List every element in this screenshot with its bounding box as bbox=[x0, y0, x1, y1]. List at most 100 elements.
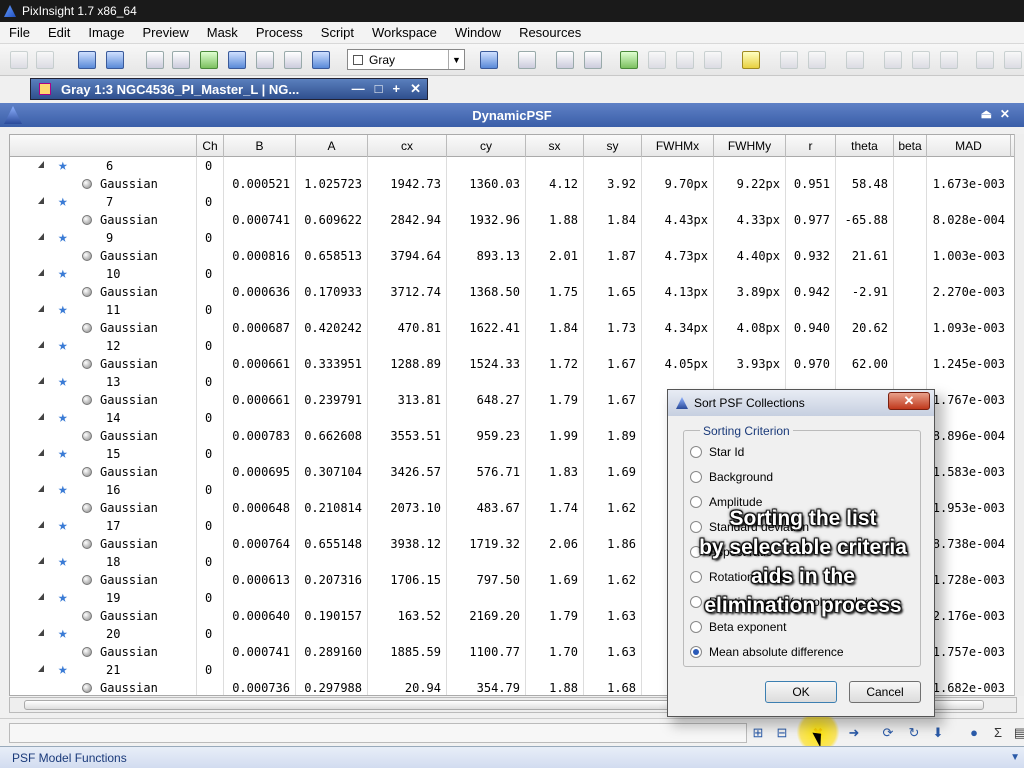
clone-image-icon[interactable] bbox=[106, 51, 124, 69]
header-sx[interactable]: sx bbox=[526, 135, 584, 157]
menu-edit[interactable]: Edit bbox=[39, 22, 79, 44]
close-button[interactable]: ✕ bbox=[410, 81, 421, 97]
star-row[interactable]: ★ 11 0 bbox=[10, 301, 1016, 319]
menu-preview[interactable]: Preview bbox=[134, 22, 198, 44]
psf-model-functions-bar[interactable]: PSF Model Functions ▼ bbox=[0, 746, 1024, 768]
header-cx[interactable]: cx bbox=[368, 135, 447, 157]
radio-option[interactable]: Beta exponent bbox=[690, 618, 786, 636]
stf-icon[interactable] bbox=[228, 51, 246, 69]
star-row[interactable]: ★ 10 0 bbox=[10, 265, 1016, 283]
sync-icon[interactable]: ⟳ bbox=[880, 725, 896, 741]
rotate-icon[interactable] bbox=[884, 51, 902, 69]
chevron-down-icon[interactable]: ▼ bbox=[448, 50, 464, 69]
menu-window[interactable]: Window bbox=[446, 22, 510, 44]
menu-file[interactable]: File bbox=[0, 22, 39, 44]
menu-script[interactable]: Script bbox=[312, 22, 363, 44]
add-icon[interactable] bbox=[620, 51, 638, 69]
shade-button[interactable]: □ bbox=[375, 81, 383, 97]
radio-button[interactable] bbox=[690, 446, 702, 458]
image-identifier-icon[interactable] bbox=[78, 51, 96, 69]
stars-mask-icon[interactable] bbox=[556, 51, 574, 69]
image-window-tab[interactable]: Gray 1:3 NGC4536_PI_Master_L | NG... — □… bbox=[30, 78, 428, 100]
psf-row[interactable]: Gaussian 0.000816 0.658513 3794.64 893.13 2.0… bbox=[10, 247, 1016, 265]
radio-button[interactable] bbox=[690, 646, 702, 658]
display-channel-icon[interactable] bbox=[256, 51, 274, 69]
collapse-triangle-icon[interactable] bbox=[38, 485, 44, 492]
collapse-triangle-icon[interactable] bbox=[38, 449, 44, 456]
header-mad[interactable]: MAD bbox=[927, 135, 1011, 157]
psf-row[interactable]: Gaussian 0.000741 0.609622 2842.94 1932.96 1.… bbox=[10, 211, 1016, 229]
mask-icon[interactable] bbox=[284, 51, 302, 69]
info-icon[interactable]: ● bbox=[966, 725, 982, 741]
chevron-down-icon[interactable]: ▼ bbox=[1010, 752, 1020, 763]
undo-icon[interactable] bbox=[10, 51, 28, 69]
collapse-triangle-icon[interactable] bbox=[38, 557, 44, 564]
new-preview-icon[interactable] bbox=[200, 51, 218, 69]
collapse-triangle-icon[interactable] bbox=[38, 197, 44, 204]
collapse-triangle-icon[interactable] bbox=[38, 233, 44, 240]
psf-row[interactable]: Gaussian 0.000687 0.420242 470.81 1622.41 1.8… bbox=[10, 319, 1016, 337]
collapse-triangle-icon[interactable] bbox=[38, 341, 44, 348]
dialog-close-button[interactable]: ✕ bbox=[888, 392, 930, 410]
collapse-triangle-icon[interactable] bbox=[38, 629, 44, 636]
header-fwhmy[interactable]: FWHMy bbox=[714, 135, 786, 157]
header-sy[interactable]: sy bbox=[584, 135, 642, 157]
export-icon[interactable]: ▤ bbox=[1012, 725, 1024, 741]
back-icon[interactable] bbox=[780, 51, 798, 69]
menu-workspace[interactable]: Workspace bbox=[363, 22, 446, 44]
panel-controls[interactable]: ⏏✕ bbox=[981, 107, 1018, 121]
menu-resources[interactable]: Resources bbox=[510, 22, 590, 44]
header-a[interactable]: A bbox=[296, 135, 368, 157]
vertical-scrollbar[interactable] bbox=[1014, 134, 1024, 696]
move-down-icon[interactable]: ⬇ bbox=[930, 725, 946, 741]
cancel-button[interactable]: Cancel bbox=[849, 681, 921, 703]
fit-view-icon[interactable] bbox=[146, 51, 164, 69]
resize-icon[interactable] bbox=[940, 51, 958, 69]
overflow-icon[interactable] bbox=[1004, 51, 1022, 69]
header-b[interactable]: B bbox=[224, 135, 296, 157]
radio-option[interactable]: Background bbox=[690, 468, 773, 486]
color-calibration-icon[interactable] bbox=[518, 51, 536, 69]
star-row[interactable]: ★ 7 0 bbox=[10, 193, 1016, 211]
collapse-triangle-icon[interactable] bbox=[38, 269, 44, 276]
zoom-view-icon[interactable] bbox=[172, 51, 190, 69]
psf-row[interactable]: Gaussian 0.000661 0.333951 1288.89 1524.33 1.… bbox=[10, 355, 1016, 373]
collapse-triangle-icon[interactable] bbox=[38, 377, 44, 384]
menu-image[interactable]: Image bbox=[79, 22, 133, 44]
ok-button[interactable]: OK bbox=[765, 681, 837, 703]
collapse-triangle-icon[interactable] bbox=[38, 665, 44, 672]
menu-mask[interactable]: Mask bbox=[198, 22, 247, 44]
duplicate-icon[interactable] bbox=[676, 51, 694, 69]
collapse-all-icon[interactable]: ⊟ bbox=[774, 725, 790, 741]
menu-process[interactable]: Process bbox=[247, 22, 312, 44]
sum-icon[interactable]: Σ bbox=[990, 725, 1006, 741]
next-icon[interactable]: ➜ bbox=[846, 725, 862, 741]
maximize-button[interactable]: + bbox=[393, 81, 401, 97]
forward-icon[interactable] bbox=[808, 51, 826, 69]
color-mode-select[interactable]: Gray ▼ bbox=[347, 49, 465, 70]
radio-option[interactable]: Mean absolute difference bbox=[690, 643, 844, 661]
radio-option[interactable]: Star Id bbox=[690, 443, 744, 461]
radio-button[interactable] bbox=[690, 621, 702, 633]
header-r[interactable]: r bbox=[786, 135, 836, 157]
star-row[interactable]: ★ 6 0 bbox=[10, 157, 1016, 175]
star-row[interactable]: ★ 9 0 bbox=[10, 229, 1016, 247]
collapse-triangle-icon[interactable] bbox=[38, 521, 44, 528]
collapse-triangle-icon[interactable] bbox=[38, 413, 44, 420]
psf-row[interactable]: Gaussian 0.000636 0.170933 3712.74 1368.50 1.… bbox=[10, 283, 1016, 301]
header-beta[interactable]: beta bbox=[894, 135, 927, 157]
process-icon[interactable] bbox=[742, 51, 760, 69]
header-ch[interactable]: Ch bbox=[197, 135, 224, 157]
copy-icon[interactable] bbox=[704, 51, 722, 69]
header-cy[interactable]: cy bbox=[447, 135, 526, 157]
edit-icon[interactable] bbox=[648, 51, 666, 69]
star-row[interactable]: ★ 12 0 bbox=[10, 337, 1016, 355]
color-space-icon[interactable] bbox=[584, 51, 602, 69]
psf-row[interactable]: Gaussian 0.000521 1.025723 1942.73 1360.03 4.… bbox=[10, 175, 1016, 193]
crop-icon[interactable] bbox=[912, 51, 930, 69]
histogram-icon[interactable] bbox=[312, 51, 330, 69]
readout-icon[interactable] bbox=[976, 51, 994, 69]
radio-button[interactable] bbox=[690, 471, 702, 483]
collapse-triangle-icon[interactable] bbox=[38, 305, 44, 312]
collapse-triangle-icon[interactable] bbox=[38, 161, 44, 168]
